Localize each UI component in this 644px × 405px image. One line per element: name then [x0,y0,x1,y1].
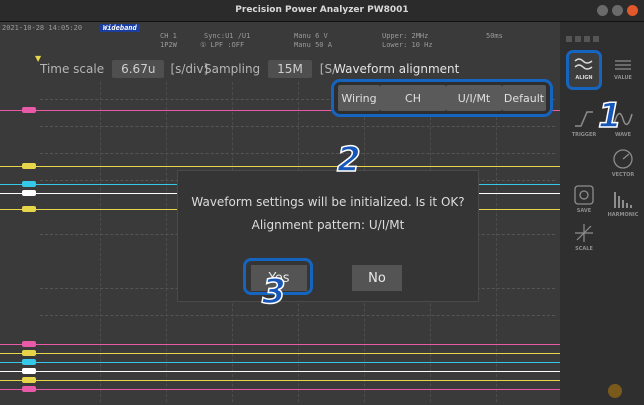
time-scale-control[interactable]: Time scale 6.67u [s/div] [40,59,208,79]
save-icon-button[interactable]: SAVE [565,184,603,214]
waveform-trace [0,389,560,390]
waveform-tag [22,107,36,113]
status-header: 2021-10-28 14:05:20 Wideband CH 1 1P2W S… [0,22,560,56]
close-button[interactable] [627,5,638,16]
value-icon [615,60,631,70]
waveform-tag [22,350,36,356]
wideband-badge: Wideband [100,24,140,32]
align-icon [574,58,593,70]
value-icon-label: VALUE [614,75,632,81]
menu-grid-icon [566,36,599,42]
save-icon-label: SAVE [576,208,592,214]
trigger-icon-label: TRIGGER [571,132,597,138]
alignment-panel-title: Waveform alignment [334,62,460,76]
step-callout-3: 3 [261,271,286,313]
side-menu: ALIGN VALUE TRIGGER WAVE VECTOR SAVE HAR… [560,22,644,405]
waveform-tag [22,206,36,212]
save-icon [574,185,594,205]
waveform-tag [22,181,36,187]
time-scale-label: Time scale [40,62,105,76]
step-callout-2: 2 [336,139,361,181]
waveform-tag [22,368,36,374]
waveform-trace [0,371,560,372]
dialog-message: Waveform settings will be initialized. I… [191,195,465,209]
grid-line [496,82,497,402]
trigger-icon [575,111,593,127]
voltage-range-readout: Manu 6 V [294,32,328,40]
scale-icon [575,224,593,242]
status-indicator-icon [608,384,622,398]
scale-icon-label: SCALE [575,246,593,252]
confirm-dialog: Waveform settings will be initialized. I… [177,170,479,302]
sync-readout: Sync:U1 /U1 [204,32,251,40]
default-button[interactable]: Default [502,85,546,111]
upper-limit-readout: Upper: 2MHz [382,32,429,40]
waveform-tag [22,163,36,169]
sampling-control[interactable]: Sampling 15M [S/ [204,59,336,79]
sampling-label: Sampling [204,62,261,76]
waveform-tag [22,190,36,196]
maximize-button[interactable] [612,5,623,16]
step-callout-1: 1 [597,95,622,137]
waveform-trace [0,380,560,381]
harmonic-icon-button[interactable]: HARMONIC [604,188,642,218]
waveform-tag [22,377,36,383]
grid-line [166,82,167,402]
minimize-button[interactable] [597,5,608,16]
title-bar: Precision Power Analyzer PW8001 [0,0,644,22]
window-title: Precision Power Analyzer PW8001 [235,5,409,15]
vector-icon-button[interactable]: VECTOR [604,148,642,178]
current-range-readout: Manu 50 A [294,41,332,49]
waveform-tag [22,341,36,347]
no-button[interactable]: No [352,265,402,291]
waveform-trace [0,362,560,363]
vector-icon [613,149,633,169]
datetime-readout: 2021-10-28 14:05:20 [2,24,83,32]
scale-icon-button[interactable]: SCALE [565,222,603,252]
waveform-tag [22,386,36,392]
waveform-trace [0,344,560,345]
wiring-button[interactable]: Wiring [338,85,380,111]
window-controls [597,5,638,16]
wiring-readout: 1P2W [160,41,177,49]
sampling-value[interactable]: 15M [268,60,312,78]
waveform-trace [0,353,560,354]
uimt-button[interactable]: U/I/Mt [446,85,502,111]
analyzer-screen: 2021-10-28 14:05:20 Wideband CH 1 1P2W S… [0,22,644,405]
lower-limit-readout: Lower: 10 Hz [382,41,433,49]
time-scale-value[interactable]: 6.67u [112,60,165,78]
dialog-pattern: Alignment pattern: U/I/Mt [251,218,405,232]
lpf-readout: ① LPF :OFF [200,41,245,49]
value-icon-button[interactable]: VALUE [604,57,642,81]
ch-button[interactable]: CH [380,85,446,111]
harmonic-icon-label: HARMONIC [607,212,639,218]
align-icon-button[interactable]: ALIGN [565,57,603,81]
waveform-trace [0,166,560,167]
alignment-button-bar: Wiring CH U/I/Mt Default [331,79,553,117]
time-scale-unit: [s/div] [170,62,209,76]
align-icon-label: ALIGN [575,75,593,81]
grid-line [100,82,101,402]
waveform-tag [22,359,36,365]
vector-icon-label: VECTOR [611,172,635,178]
interval-readout: 50ms [486,32,503,40]
channel-readout: CH 1 [160,32,177,40]
harmonic-icon [614,192,632,208]
